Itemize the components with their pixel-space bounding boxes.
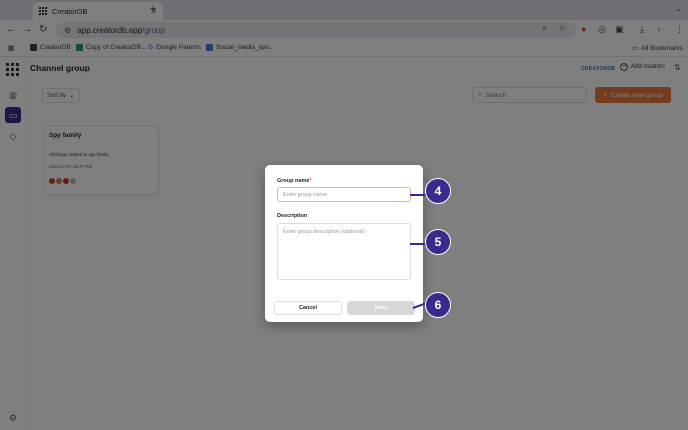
group-name-label: Group name* (277, 178, 312, 184)
description-textarea[interactable]: Enter group description (optional) (277, 223, 411, 280)
callout-connector (410, 194, 426, 196)
create-group-dialog: Group name* Enter group name Description… (265, 165, 423, 322)
cancel-button[interactable]: Cancel (274, 301, 342, 315)
save-button[interactable]: Save (347, 301, 415, 315)
callout-badge: 5 (425, 229, 451, 255)
callout-connector (410, 243, 426, 245)
required-mark: * (309, 178, 312, 184)
callout-badge: 6 (425, 292, 451, 318)
description-placeholder: Enter group description (optional) (283, 229, 365, 235)
group-name-placeholder: Enter group name (283, 191, 328, 198)
callout-badge: 4 (425, 178, 451, 204)
group-name-input[interactable]: Enter group name (277, 187, 411, 202)
description-label: Description (277, 213, 308, 219)
